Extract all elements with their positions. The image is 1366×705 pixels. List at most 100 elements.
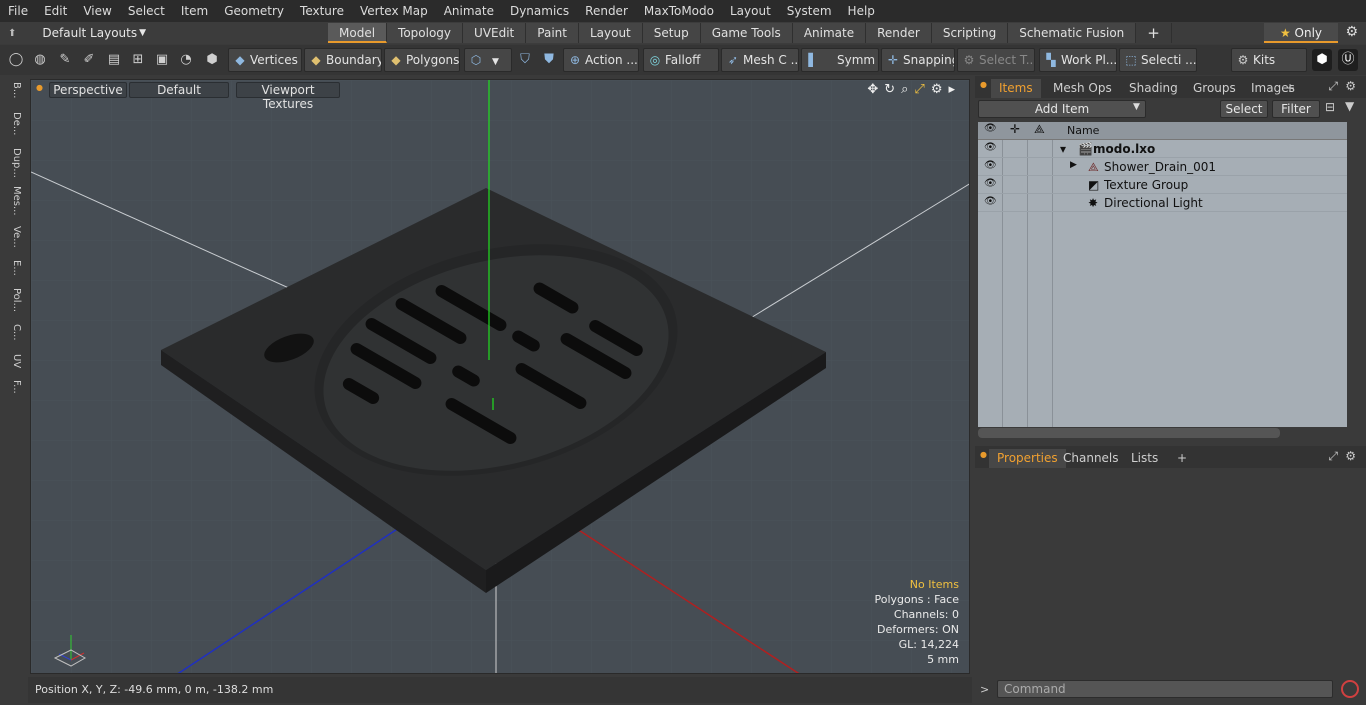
shield-icon[interactable]: ⛉	[515, 49, 535, 71]
move-icon[interactable]: ✥	[867, 82, 878, 97]
brush-icon[interactable]: ✐	[79, 49, 99, 71]
tab-uvedit[interactable]: UVEdit	[463, 23, 527, 43]
tab-model[interactable]: Model	[328, 23, 388, 43]
filter-button[interactable]: Filter	[1272, 100, 1320, 118]
menu-view[interactable]: View	[75, 0, 119, 22]
panel-menu-dot[interactable]: ●	[980, 450, 987, 459]
item-list[interactable]: 👁 ✛ ⟁ Name 👁 ▾ 🎬 modo.lxo 👁 ▶ ⟁ Shower_D…	[978, 122, 1347, 427]
left-tab-basic[interactable]: B...	[4, 82, 22, 108]
mesh-constraint-button[interactable]: ➶ Mesh C ...	[721, 48, 799, 72]
left-tab-deform[interactable]: De...	[4, 112, 22, 144]
add-panel-tab-icon[interactable]: +	[1277, 79, 1303, 98]
shield-star-icon[interactable]: ⛊	[539, 49, 559, 71]
tab-lists[interactable]: Lists	[1123, 449, 1166, 468]
arrow-right-icon[interactable]: ▸	[948, 82, 955, 97]
menu-system[interactable]: System	[779, 0, 840, 22]
polygons-button[interactable]: ◆ Polygons	[384, 48, 460, 72]
left-tab-polygon[interactable]: Pol...	[4, 288, 22, 320]
work-plane-button[interactable]: ▚ Work Pl...	[1039, 48, 1117, 72]
falloff-button[interactable]: ◎ Falloff	[643, 48, 719, 72]
expand-arrow-icon[interactable]: ▾	[1060, 142, 1066, 156]
menu-render[interactable]: Render	[577, 0, 636, 22]
left-tab-curve[interactable]: C...	[4, 324, 22, 350]
menu-edit[interactable]: Edit	[36, 0, 75, 22]
viewport-textures-button[interactable]: Viewport Textures	[236, 82, 340, 111]
eye-icon[interactable]: 👁	[984, 142, 998, 153]
left-tab-uv[interactable]: UV	[4, 354, 22, 376]
zoom-icon[interactable]: ⌕	[901, 82, 908, 97]
eye-icon[interactable]: 👁	[984, 160, 998, 171]
expand-arrow-icon[interactable]: ▶	[1070, 160, 1077, 170]
menu-file[interactable]: File	[0, 0, 36, 22]
cube-icon[interactable]: ⬢	[202, 49, 222, 71]
maximize-icon[interactable]: ⤢	[914, 82, 924, 97]
vertices-button[interactable]: ◆ Vertices	[228, 48, 302, 72]
menu-select[interactable]: Select	[120, 0, 173, 22]
list-item[interactable]: 👁 ▶ ⟁ Shower_Drain_001	[978, 158, 1347, 176]
record-icon[interactable]	[1341, 680, 1359, 698]
snapping-button[interactable]: ✛ Snapping	[881, 48, 955, 72]
panel-menu-dot[interactable]: ●	[980, 80, 987, 89]
list-item[interactable]: 👁 ◩ Texture Group	[978, 176, 1347, 194]
tab-paint[interactable]: Paint	[526, 23, 579, 43]
action-button[interactable]: ⊕ Action ...	[563, 48, 639, 72]
list-item[interactable]: 👁 ✸ Directional Light	[978, 194, 1347, 212]
menu-geometry[interactable]: Geometry	[216, 0, 292, 22]
select-button[interactable]: Select	[1220, 100, 1268, 118]
eye-icon[interactable]: 👁	[984, 196, 998, 207]
viewport-menu-dot[interactable]: ●	[36, 83, 43, 92]
chevron-down-icon[interactable]: ▼	[1133, 102, 1140, 112]
left-tab-fusion[interactable]: F...	[4, 380, 22, 404]
tab-shading[interactable]: Shading	[1121, 79, 1186, 98]
tab-game-tools[interactable]: Game Tools	[700, 23, 793, 43]
tab-scripting[interactable]: Scripting	[931, 23, 1009, 43]
tab-channels[interactable]: Channels	[1055, 449, 1127, 468]
menu-texture[interactable]: Texture	[292, 0, 352, 22]
unreal-icon[interactable]: Ⓤ	[1338, 49, 1358, 71]
expand-icon[interactable]: ⤢	[1328, 79, 1338, 94]
menu-dynamics[interactable]: Dynamics	[502, 0, 577, 22]
symmetry-button[interactable]: ▌ Symm ...	[801, 48, 879, 72]
left-tab-duplicate[interactable]: Dup...	[4, 148, 22, 182]
view-type-button[interactable]: Perspective	[49, 82, 127, 98]
globe-icon[interactable]: ◍	[30, 49, 50, 71]
item-mode-button[interactable]: ⬡ ▼	[464, 48, 512, 72]
select-through-button[interactable]: ⚙ Select T...	[957, 48, 1035, 72]
expand-icon[interactable]: ⤢	[1328, 449, 1338, 464]
left-tab-mesh-edit[interactable]: Mes...	[4, 186, 22, 222]
layout-selector[interactable]: ⬆ Default Layouts ▼	[8, 24, 146, 42]
funnel-icon[interactable]: ▼	[1345, 99, 1354, 113]
list-item[interactable]: 👁 ▾ 🎬 modo.lxo	[978, 140, 1347, 158]
vertical-scrollbar[interactable]	[1351, 122, 1363, 427]
command-input[interactable]: Command	[997, 680, 1333, 698]
menu-help[interactable]: Help	[840, 0, 883, 22]
tab-render[interactable]: Render	[866, 23, 932, 43]
tab-groups[interactable]: Groups	[1185, 79, 1244, 98]
rotate-icon[interactable]: ↻	[884, 82, 895, 97]
timer-icon[interactable]: ◔	[176, 49, 196, 71]
panel-gear-icon[interactable]: ⚙	[1345, 449, 1356, 463]
center-icon[interactable]: ⊞	[128, 49, 148, 71]
collapse-icon[interactable]: ⊟	[1325, 100, 1335, 114]
selection-sets-button[interactable]: ⬚ Selecti ...	[1119, 48, 1197, 72]
left-tab-edge[interactable]: E...	[4, 260, 22, 284]
circle-select-icon[interactable]: ◯	[6, 49, 26, 71]
kits-button[interactable]: ⚙ Kits	[1231, 48, 1307, 72]
menu-item[interactable]: Item	[173, 0, 216, 22]
tab-items[interactable]: Items	[991, 79, 1041, 98]
tab-schematic-fusion[interactable]: Schematic Fusion	[1008, 23, 1137, 43]
tab-mesh-ops[interactable]: Mesh Ops	[1045, 79, 1120, 98]
tab-animate[interactable]: Animate	[792, 23, 867, 43]
align-icon[interactable]: ▤	[104, 49, 124, 71]
boundary-button[interactable]: ◆ Boundary	[304, 48, 382, 72]
add-tab-icon[interactable]: +	[1136, 23, 1172, 43]
shading-button[interactable]: Default	[129, 82, 229, 98]
viewport-3d[interactable]: Perspective ● Default Viewport Textures …	[30, 79, 970, 674]
menu-vertex-map[interactable]: Vertex Map	[352, 0, 436, 22]
pen-icon[interactable]: ✎	[55, 49, 75, 71]
horizontal-scrollbar[interactable]	[978, 428, 1280, 438]
left-tab-vertex[interactable]: Ve...	[4, 226, 22, 256]
gear-icon[interactable]: ⚙	[1345, 24, 1358, 40]
unity-icon[interactable]: ⬢	[1312, 49, 1332, 71]
add-panel-tab-icon[interactable]: +	[1169, 449, 1195, 468]
